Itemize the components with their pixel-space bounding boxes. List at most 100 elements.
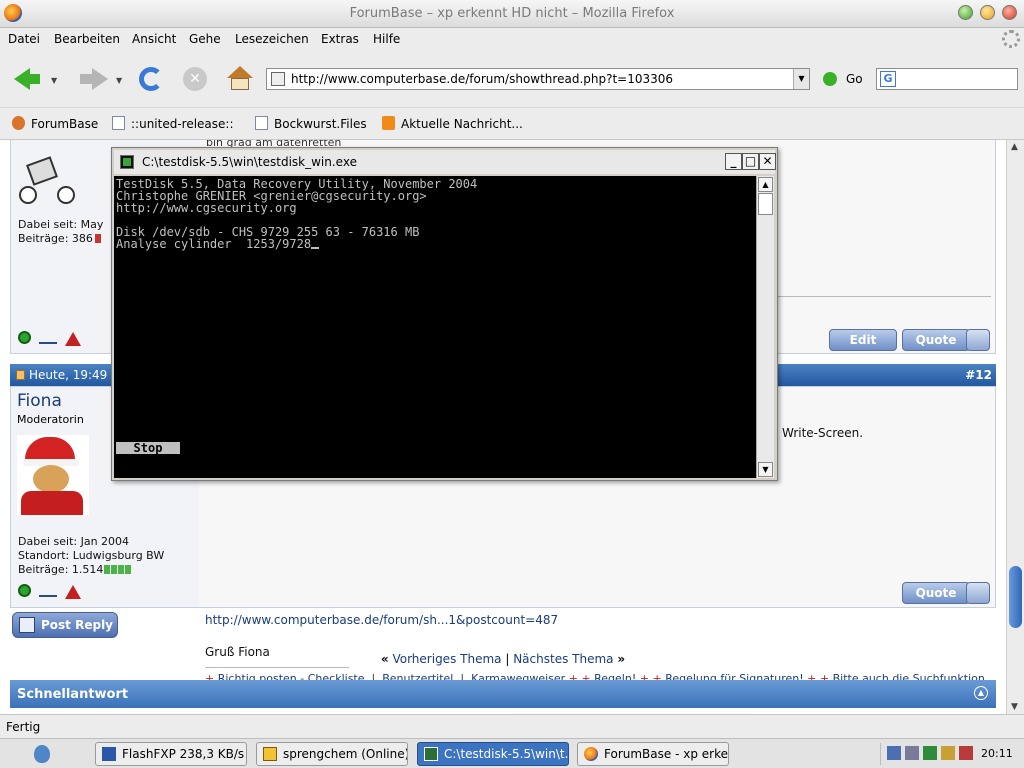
- left-quote: «: [380, 652, 389, 666]
- tray-app-icon[interactable]: [905, 746, 919, 760]
- quote-button[interactable]: Quote: [902, 329, 970, 351]
- tray-app-icon[interactable]: [959, 746, 973, 760]
- taskbar: FlashFXP 238,3 KB/s ... sprengchem (Onli…: [0, 738, 1024, 768]
- network-icon[interactable]: [887, 746, 901, 760]
- stop-analysis-button[interactable]: Stop: [116, 442, 180, 454]
- reputation-bar: [118, 565, 125, 574]
- previous-thread-link[interactable]: Vorheriges Thema: [392, 652, 501, 666]
- menu-gehe[interactable]: Gehe: [189, 32, 221, 46]
- bookmark-label: Aktuelle Nachricht...: [401, 117, 523, 131]
- home-wall: [231, 78, 249, 90]
- home-roof: [227, 66, 253, 78]
- post-icon: [16, 370, 25, 380]
- reputation-bar: [94, 234, 101, 243]
- url-history-dropdown-icon[interactable]: ▼: [793, 69, 809, 89]
- quick-reply-header: Schnellantwort ▲: [10, 680, 996, 708]
- post-link[interactable]: http://www.computerbase.de/forum/sh...1&…: [205, 613, 558, 627]
- tray-app-icon[interactable]: [941, 746, 955, 760]
- stop-icon[interactable]: ✕: [183, 67, 207, 91]
- menu-ansicht[interactable]: Ansicht: [132, 32, 176, 46]
- close-button[interactable]: [1002, 5, 1017, 20]
- karma-scale-icon[interactable]: [39, 585, 57, 597]
- report-warning-icon[interactable]: [65, 332, 81, 346]
- edit-button[interactable]: Edit: [829, 329, 897, 351]
- tray-app-icon[interactable]: [923, 746, 937, 760]
- multiquote-button[interactable]: [966, 329, 990, 351]
- console-screen[interactable]: TestDisk 5.5, Data Recovery Utility, Nov…: [114, 176, 756, 478]
- post-count-text: Beiträge: 1.514: [18, 563, 104, 576]
- reload-icon[interactable]: [139, 67, 163, 91]
- go-button[interactable]: Go: [846, 72, 863, 86]
- task-sprengchem[interactable]: sprengchem (Online) ...: [256, 742, 408, 766]
- menu-bearbeiten[interactable]: Bearbeiten: [54, 32, 120, 46]
- console-icon: [424, 747, 438, 761]
- menu-bar: Datei Bearbeiten Ansicht Gehe Lesezeiche…: [0, 28, 1024, 50]
- console-window[interactable]: C:\testdisk-5.5\win\testdisk_win.exe _ □…: [111, 147, 778, 481]
- console-titlebar[interactable]: C:\testdisk-5.5\win\testdisk_win.exe _ □…: [114, 150, 776, 174]
- post-number-link[interactable]: #12: [965, 368, 992, 382]
- menu-hilfe[interactable]: Hilfe: [373, 32, 400, 46]
- post-date: Heute, 19:49: [16, 368, 107, 382]
- page-icon: [255, 116, 268, 130]
- user-title: Moderatorin: [17, 413, 84, 426]
- url-text[interactable]: http://www.computerbase.de/forum/showthr…: [291, 72, 673, 86]
- bookmark-united-release[interactable]: ::united-release::: [112, 116, 234, 131]
- avatar-coat: [21, 491, 83, 515]
- task-label: FlashFXP 238,3 KB/s ...: [122, 747, 247, 761]
- task-testdisk[interactable]: C:\testdisk-5.5\win\t...: [417, 742, 569, 766]
- karma-scale-icon[interactable]: [39, 332, 57, 344]
- signature-divider: [205, 667, 349, 668]
- right-quote: »: [617, 652, 626, 666]
- bookmarks-toolbar: ForumBase ::united-release:: Bockwurst.F…: [0, 108, 1024, 140]
- console-scroll-down-icon[interactable]: ▼: [758, 462, 773, 477]
- task-label: sprengchem (Online) ...: [283, 747, 408, 761]
- menu-lesezeichen[interactable]: Lesezeichen: [235, 32, 309, 46]
- avatar: [17, 435, 89, 515]
- console-minimize-button[interactable]: _: [725, 153, 742, 170]
- console-maximize-button[interactable]: □: [742, 153, 759, 170]
- maximize-button[interactable]: [980, 5, 995, 20]
- multiquote-button[interactable]: [966, 582, 990, 604]
- forward-history-dropdown-icon[interactable]: ▼: [116, 76, 122, 85]
- post-reply-label: Post Reply: [41, 618, 113, 632]
- clock: 20:11: [981, 747, 1013, 760]
- apple-menu-icon[interactable]: [34, 745, 50, 763]
- console-scroll-thumb[interactable]: [758, 193, 773, 215]
- task-flashfxp[interactable]: FlashFXP 238,3 KB/s ...: [95, 742, 247, 766]
- console-close-button[interactable]: ✕: [759, 153, 776, 170]
- back-history-dropdown-icon[interactable]: ▼: [51, 76, 57, 85]
- nav-separator: |: [505, 652, 510, 666]
- console-line: Analyse cylinder 1253/9728: [116, 238, 320, 250]
- search-input[interactable]: G: [876, 68, 1018, 90]
- scroll-up-icon[interactable]: ▲: [1011, 142, 1018, 152]
- window-titlebar[interactable]: ForumBase – xp erkennt HD nicht – Mozill…: [0, 0, 1024, 28]
- next-thread-link[interactable]: Nächstes Thema: [513, 652, 613, 666]
- scroll-down-icon[interactable]: ▼: [1011, 702, 1018, 712]
- scrollbar-thumb[interactable]: [1009, 566, 1022, 628]
- page-scrollbar[interactable]: ▲ ▼: [1006, 140, 1024, 714]
- url-bar[interactable]: http://www.computerbase.de/forum/showthr…: [266, 68, 810, 90]
- online-status-icon: [18, 331, 31, 344]
- console-icon: [120, 155, 134, 169]
- console-title: C:\testdisk-5.5\win\testdisk_win.exe: [142, 155, 357, 169]
- go-icon[interactable]: [823, 72, 837, 86]
- quote-button[interactable]: Quote: [902, 582, 970, 604]
- bookmark-aktuelle-nachrichten[interactable]: Aktuelle Nachricht...: [382, 116, 523, 131]
- task-firefox[interactable]: ForumBase - xp erke...: [577, 742, 729, 766]
- thread-navigation: « Vorheriges Thema | Nächstes Thema »: [0, 652, 1006, 666]
- bookmark-bockwurst-files[interactable]: Bockwurst.Files: [255, 116, 367, 131]
- collapse-icon[interactable]: ▲: [974, 686, 988, 700]
- reputation-bar: [111, 565, 118, 574]
- home-icon[interactable]: [227, 66, 253, 92]
- username-link[interactable]: Fiona: [17, 391, 62, 411]
- user-icon-row: [18, 331, 81, 347]
- menu-datei[interactable]: Datei: [8, 32, 40, 46]
- menu-extras[interactable]: Extras: [321, 32, 359, 46]
- console-scroll-up-icon[interactable]: ▲: [758, 177, 773, 192]
- minimize-button[interactable]: [958, 5, 973, 20]
- google-search-engine-icon[interactable]: G: [880, 71, 896, 87]
- console-scrollbar[interactable]: ▲ ▼: [756, 176, 774, 478]
- bookmark-forumbase[interactable]: ForumBase: [12, 116, 98, 131]
- report-warning-icon[interactable]: [65, 585, 81, 599]
- post-reply-button[interactable]: Post Reply: [12, 612, 118, 638]
